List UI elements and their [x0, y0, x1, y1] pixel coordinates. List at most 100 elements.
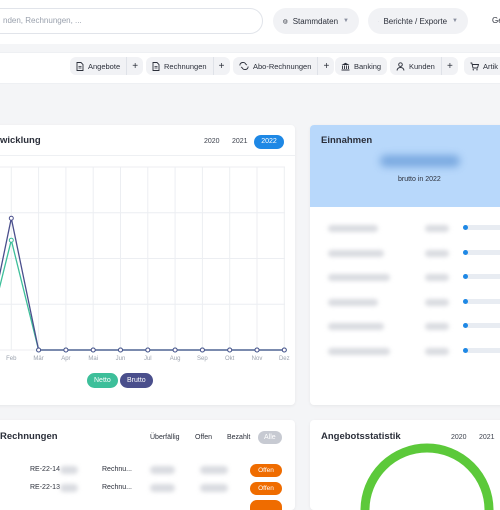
stammdaten-button[interactable]: Stammdaten ▼ — [273, 8, 359, 34]
nav-artikel-link[interactable]: Artik — [464, 57, 500, 75]
filter-alle-button[interactable]: Alle — [258, 431, 282, 444]
berichte-exporte-button[interactable]: Berichte / Exporte ▼ — [368, 8, 468, 34]
data-point-brutto[interactable] — [9, 216, 13, 220]
document-icon — [76, 62, 84, 71]
nav-angebote[interactable]: Angebote + — [70, 57, 143, 75]
search-placeholder: nden, Rechnungen, ... — [3, 16, 82, 25]
nav-angebote-link[interactable]: Angebote — [70, 57, 126, 75]
x-tick-label: Feb — [6, 356, 17, 362]
nav-banking-label: Banking — [354, 62, 381, 71]
invoice-number: RE-22-13 — [30, 484, 60, 491]
add-angebot-button[interactable]: + — [126, 57, 143, 75]
add-abo-rechnung-button[interactable]: + — [317, 57, 334, 75]
data-point-brutto[interactable] — [91, 348, 95, 352]
top-bar: nden, Rechnungen, ... Stammdaten ▼ Beric… — [0, 0, 500, 44]
blurred-value — [425, 323, 449, 330]
progress-track — [463, 274, 500, 279]
status-badge: Offen — [250, 464, 282, 477]
year-2022-button[interactable]: 2022 — [254, 135, 284, 149]
nav-banking[interactable]: Banking — [335, 57, 387, 75]
nav-rechnungen[interactable]: Rechnungen + — [146, 57, 230, 75]
data-point-brutto[interactable] — [173, 348, 177, 352]
data-point-brutto[interactable] — [64, 348, 68, 352]
donut-segment — [365, 448, 489, 510]
repeat-icon — [239, 62, 249, 70]
entwicklung-chart: FebMärAprMaiJunJulAugSepOktNovDez — [0, 155, 295, 370]
nav-abo-rechnungen-label: Abo-Rechnungen — [253, 62, 311, 71]
legend-netto-button[interactable]: Netto — [87, 373, 118, 388]
nav-rechnungen-link[interactable]: Rechnungen — [146, 57, 213, 75]
person-icon — [396, 62, 405, 71]
x-tick-label: Jun — [116, 356, 126, 362]
progress-fill — [463, 225, 468, 230]
user-menu[interactable]: Ge — [492, 16, 500, 25]
nav-angebote-label: Angebote — [88, 62, 120, 71]
progress-fill — [463, 348, 468, 353]
data-point-brutto[interactable] — [255, 348, 259, 352]
invoice-type: Rechnu... — [102, 484, 132, 491]
blurred-value — [425, 225, 449, 232]
search-input[interactable]: nden, Rechnungen, ... — [0, 8, 263, 34]
x-tick-label: Jul — [144, 356, 152, 362]
blurred-value — [200, 484, 228, 492]
database-icon — [283, 17, 288, 26]
progress-fill — [463, 299, 468, 304]
progress-fill — [463, 274, 468, 279]
nav-abo-rechnungen-link[interactable]: Abo-Rechnungen — [233, 57, 317, 75]
status-badge: Offen — [250, 482, 282, 495]
series-line-netto — [0, 240, 284, 350]
data-point-brutto[interactable] — [200, 348, 204, 352]
add-rechnung-button[interactable]: + — [213, 57, 230, 75]
data-point-brutto[interactable] — [282, 348, 286, 352]
invoice-type: Rechnu... — [102, 466, 132, 473]
blurred-label — [328, 323, 384, 330]
blurred-label — [328, 348, 390, 355]
einnahmen-title: Einnahmen — [321, 135, 372, 146]
einnahmen-subtitle: brutto in 2022 — [398, 176, 441, 183]
add-kunde-button[interactable]: + — [441, 57, 458, 75]
data-point-brutto[interactable] — [228, 348, 232, 352]
filter-ueberfaellig-button[interactable]: Überfällig — [144, 431, 186, 444]
year-2021-button[interactable]: 2021 — [226, 135, 254, 149]
year-2020-button[interactable]: 2020 — [198, 135, 226, 149]
x-tick-label: Okt — [225, 356, 235, 362]
document-icon — [152, 62, 160, 71]
blurred-label — [328, 299, 378, 306]
chevron-down-icon: ▼ — [343, 18, 349, 24]
entwicklung-card: wicklung 2020 2021 2022 FebMärAprMaiJunJ… — [0, 125, 295, 405]
x-tick-label: Sep — [197, 356, 208, 362]
progress-fill — [463, 323, 468, 328]
legend-brutto-button[interactable]: Brutto — [120, 373, 153, 388]
entwicklung-title: wicklung — [0, 135, 41, 146]
filter-offen-button[interactable]: Offen — [189, 431, 218, 444]
nav-banking-link[interactable]: Banking — [335, 57, 387, 75]
blurred-value — [150, 484, 175, 492]
data-point-brutto[interactable] — [37, 348, 41, 352]
nav-artikel[interactable]: Artik — [464, 57, 500, 75]
blurred-value — [425, 274, 449, 281]
einnahmen-header: Einnahmen brutto in 2022 — [310, 125, 500, 207]
data-point-netto[interactable] — [9, 238, 13, 242]
nav-artikel-label: Artik — [483, 62, 498, 71]
angebotsstatistik-card: Angebotsstatistik 2020 2021 — [310, 420, 500, 510]
filter-bezahlt-button[interactable]: Bezahlt — [221, 431, 256, 444]
series-line-brutto — [0, 218, 284, 350]
data-point-brutto[interactable] — [146, 348, 150, 352]
invoice-number: RE-22-14 — [30, 466, 60, 473]
nav-kunden-link[interactable]: Kunden — [390, 57, 441, 75]
nav-kunden[interactable]: Kunden + — [390, 57, 458, 75]
progress-track — [463, 225, 500, 230]
status-badge — [250, 500, 282, 510]
progress-track — [463, 250, 500, 255]
blurred-value — [425, 299, 449, 306]
x-tick-label: Mai — [88, 356, 98, 362]
data-point-brutto[interactable] — [119, 348, 123, 352]
einnahmen-card: Einnahmen brutto in 2022 — [310, 125, 500, 405]
x-tick-label: Dez — [279, 356, 290, 362]
chevron-down-icon: ▼ — [452, 18, 458, 24]
blurred-value — [150, 466, 175, 474]
blurred-label — [328, 250, 384, 257]
nav-abo-rechnungen[interactable]: Abo-Rechnungen + — [233, 57, 334, 75]
blurred-value — [60, 484, 78, 492]
nav-rechnungen-label: Rechnungen — [164, 62, 207, 71]
